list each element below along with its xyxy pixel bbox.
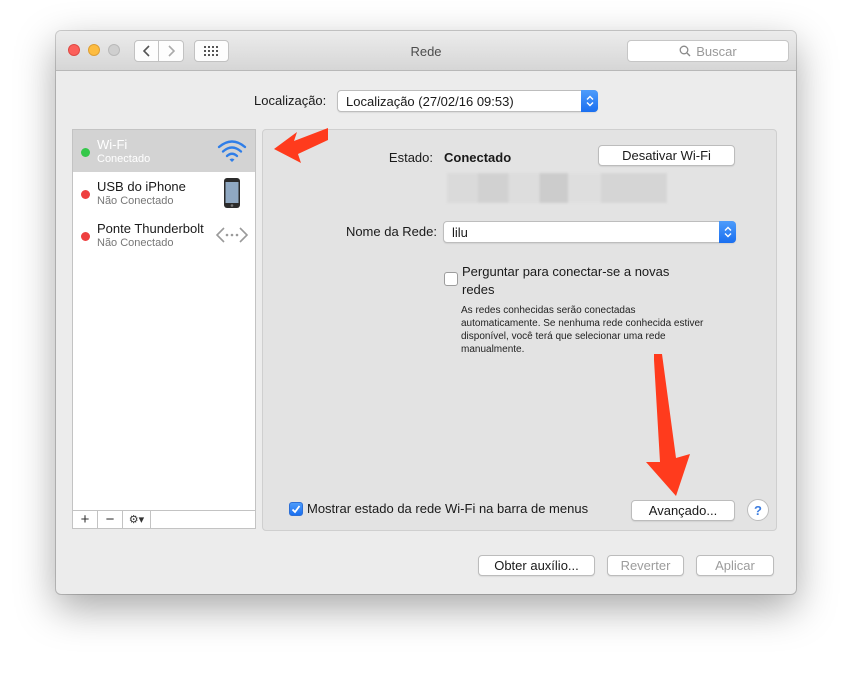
service-name: Ponte Thunderbolt [97, 221, 204, 236]
status-dot-connected [81, 148, 90, 157]
popup-stepper-icon [719, 221, 736, 243]
iphone-icon [224, 178, 240, 208]
service-item-wifi[interactable]: Wi-Fi Conectado [73, 130, 255, 172]
service-list: Wi-Fi Conectado USB do iPhone Não Conect… [72, 129, 256, 529]
search-placeholder: Buscar [696, 43, 737, 59]
title-bar: Rede Buscar [56, 31, 796, 71]
remove-service-button[interactable]: − [98, 511, 123, 528]
ask-to-join-checkbox[interactable] [444, 272, 458, 286]
apply-button[interactable]: Aplicar [696, 555, 774, 576]
location-popup[interactable]: Localização (27/02/16 09:53) [337, 90, 598, 112]
annotation-arrow-down [646, 354, 690, 496]
advanced-button[interactable]: Avançado... [631, 500, 735, 521]
network-name-label: Nome da Rede: [345, 224, 437, 239]
help-button[interactable]: ? [747, 499, 769, 521]
status-value: Conectado [444, 150, 512, 165]
service-item-usb-iphone[interactable]: USB do iPhone Não Conectado [73, 172, 255, 214]
add-service-button[interactable]: + [73, 511, 98, 528]
show-wifi-status-checkbox[interactable] [289, 502, 303, 516]
revert-button[interactable]: Reverter [607, 555, 684, 576]
network-preferences-window: Rede Buscar Localização: Localização (27… [56, 31, 796, 594]
search-icon [679, 45, 691, 57]
popup-stepper-icon [581, 90, 598, 112]
ask-to-join-note: As redes conhecidas serão conectadas aut… [461, 305, 704, 355]
disable-wifi-button[interactable]: Desativar Wi-Fi [598, 145, 735, 166]
wifi-icon [217, 140, 247, 162]
status-label: Estado: [388, 150, 433, 165]
get-help-button[interactable]: Obter auxílio... [478, 555, 595, 576]
status-dot-disconnected [81, 190, 90, 199]
ask-to-join-label: Perguntar para conectar-se a novas redes [462, 264, 670, 297]
network-name-popup[interactable]: lilu [443, 221, 736, 243]
service-status: Conectado [97, 153, 151, 165]
service-name: Wi-Fi [97, 137, 128, 152]
thunderbolt-bridge-icon [215, 227, 249, 243]
location-label: Localização: [254, 93, 327, 108]
service-status: Não Conectado [97, 237, 174, 249]
checkmark-icon [291, 505, 301, 514]
search-field[interactable]: Buscar [627, 40, 789, 62]
service-name: USB do iPhone [97, 179, 186, 194]
status-dot-disconnected [81, 232, 90, 241]
service-item-thunderbolt-bridge[interactable]: Ponte Thunderbolt Não Conectado [73, 214, 255, 256]
location-value: Localização (27/02/16 09:53) [346, 94, 514, 109]
service-status: Não Conectado [97, 195, 174, 207]
redacted-info [447, 173, 667, 203]
gear-icon[interactable]: ⚙▾ [123, 511, 151, 528]
annotation-arrow-left [274, 128, 328, 163]
detail-pane: Estado: Conectado Desativar Wi-Fi Nome d… [262, 129, 777, 531]
show-wifi-status-label: Mostrar estado da rede Wi-Fi na barra de… [307, 501, 589, 516]
network-name-value: lilu [452, 225, 468, 240]
service-list-toolbar: + − ⚙▾ [72, 510, 256, 529]
